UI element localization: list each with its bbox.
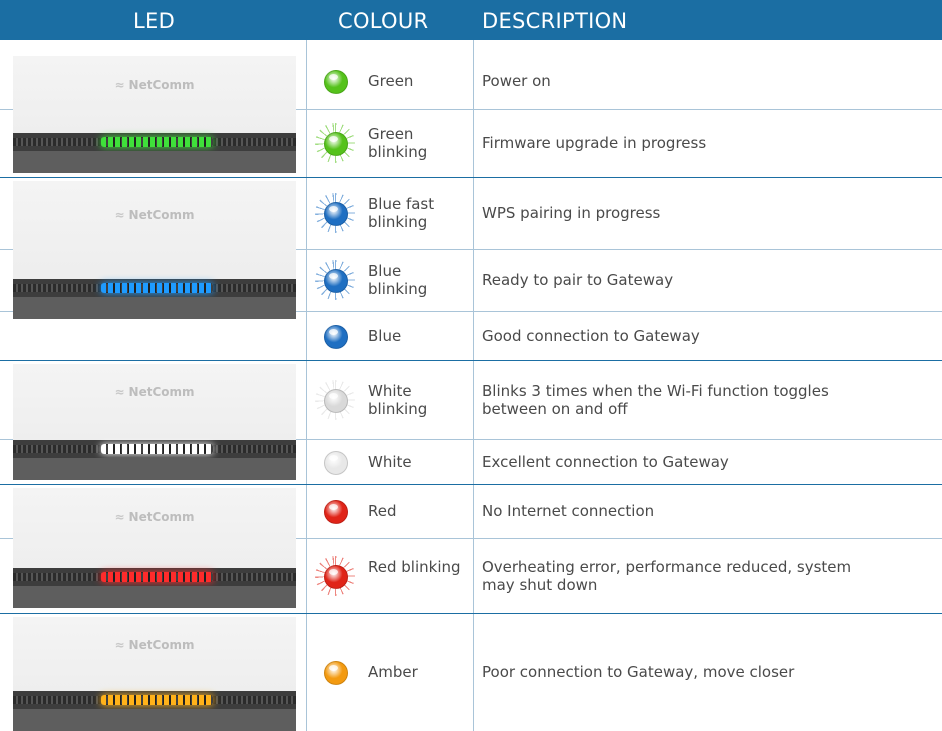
description-text: Good connection to Gateway xyxy=(482,327,700,345)
brand-logo: ≈ NetComm xyxy=(13,638,296,652)
blue-led-icon xyxy=(324,325,348,349)
description-text: Blinks 3 times when the Wi-Fi function t… xyxy=(482,382,829,418)
led-device-image: ≈ NetComm xyxy=(13,488,296,608)
column-divider-led xyxy=(306,40,307,731)
brand-label: NetComm xyxy=(128,385,195,399)
brand-label: NetComm xyxy=(128,510,195,524)
colour-label: White blinking xyxy=(368,382,428,418)
header-description: DESCRIPTION xyxy=(482,9,628,33)
white-led-icon xyxy=(324,451,348,475)
device-led-strip xyxy=(101,283,213,293)
table-header: LED COLOUR DESCRIPTION xyxy=(0,0,942,40)
row-divider xyxy=(0,613,942,614)
device-led-bar xyxy=(13,279,296,297)
green-blinking-led-icon xyxy=(324,132,348,156)
colour-label: Blue blinking xyxy=(368,262,428,298)
led-device-image: ≈ NetComm xyxy=(13,364,296,480)
green-led-icon xyxy=(324,70,348,94)
device-base xyxy=(13,297,296,319)
colour-label: Blue xyxy=(368,327,402,345)
brand-label: NetComm xyxy=(128,638,195,652)
device-led-strip xyxy=(101,444,213,454)
brand-logo: ≈ NetComm xyxy=(13,385,296,399)
wifi-logo-icon: ≈ xyxy=(114,208,125,222)
device-led-bar xyxy=(13,568,296,586)
colour-label: Blue fast blinking xyxy=(368,195,435,231)
colour-label: Green xyxy=(368,72,414,90)
device-led-strip xyxy=(101,572,213,582)
led-device-image: ≈ NetComm xyxy=(13,181,296,319)
row-divider xyxy=(0,177,942,178)
description-text: Firmware upgrade in progress xyxy=(482,134,707,152)
brand-label: NetComm xyxy=(128,78,195,92)
description-text: WPS pairing in progress xyxy=(482,204,661,222)
wifi-logo-icon: ≈ xyxy=(114,78,125,92)
device-base xyxy=(13,709,296,731)
colour-label: White xyxy=(368,453,412,471)
device-led-bar xyxy=(13,133,296,151)
device-led-bar xyxy=(13,691,296,709)
device-led-bar xyxy=(13,440,296,458)
colour-label: Red blinking xyxy=(368,558,461,576)
red-led-icon xyxy=(324,500,348,524)
wifi-logo-icon: ≈ xyxy=(114,638,125,652)
header-led: LED xyxy=(133,9,176,33)
amber-led-icon xyxy=(324,661,348,685)
description-text: No Internet connection xyxy=(482,502,655,520)
device-base xyxy=(13,586,296,608)
row-divider xyxy=(0,360,942,361)
brand-label: NetComm xyxy=(128,208,195,222)
white-blinking-led-icon xyxy=(324,389,348,413)
wifi-logo-icon: ≈ xyxy=(114,510,125,524)
device-base xyxy=(13,458,296,480)
brand-logo: ≈ NetComm xyxy=(13,78,296,92)
wifi-logo-icon: ≈ xyxy=(114,385,125,399)
description-text: Ready to pair to Gateway xyxy=(482,271,674,289)
description-text: Power on xyxy=(482,72,551,90)
led-status-table: LED COLOUR DESCRIPTION ≈ NetComm ≈ NetComm ≈… xyxy=(0,0,942,731)
device-led-strip xyxy=(101,137,213,147)
colour-label: Red xyxy=(368,502,397,520)
description-text: Excellent connection to Gateway xyxy=(482,453,729,471)
blue-fast-blinking-led-icon xyxy=(324,202,348,226)
colour-label: Green blinking xyxy=(368,125,428,161)
brand-logo: ≈ NetComm xyxy=(13,510,296,524)
led-device-image: ≈ NetComm xyxy=(13,56,296,173)
device-led-strip xyxy=(101,695,213,705)
row-divider xyxy=(0,484,942,485)
led-device-image: ≈ NetComm xyxy=(13,617,296,731)
device-base xyxy=(13,151,296,173)
colour-label: Amber xyxy=(368,663,418,681)
brand-logo: ≈ NetComm xyxy=(13,208,296,222)
description-text: Poor connection to Gateway, move closer xyxy=(482,663,795,681)
header-colour: COLOUR xyxy=(338,9,429,33)
red-blinking-led-icon xyxy=(324,565,348,589)
blue-blinking-led-icon xyxy=(324,269,348,293)
description-text: Overheating error, performance reduced, … xyxy=(482,558,852,594)
column-divider-colour xyxy=(473,40,474,731)
